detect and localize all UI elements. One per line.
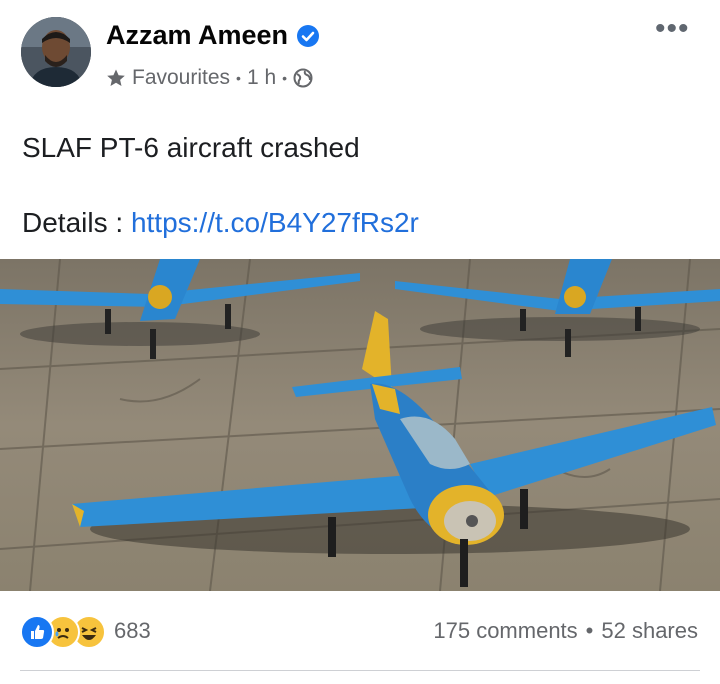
star-icon (107, 69, 125, 86)
post-photo[interactable] (0, 259, 720, 591)
post-text: SLAF PT-6 aircraft crashed (22, 132, 360, 163)
author-name[interactable]: Azzam Ameen (106, 20, 320, 51)
engagement-bar: 683 175 comments • 52 shares (0, 600, 720, 660)
reaction-icons[interactable] (20, 615, 106, 649)
reaction-count[interactable]: 683 (114, 618, 151, 644)
verified-badge-icon (297, 24, 320, 47)
details-label: Details : (22, 207, 124, 238)
like-icon (20, 615, 54, 649)
shares-count[interactable]: 52 shares (601, 618, 698, 644)
author-name-text[interactable]: Azzam Ameen (106, 20, 288, 51)
post-time[interactable]: 1 h (247, 66, 276, 90)
meta-dot: • (236, 70, 241, 86)
aircraft-photo (0, 259, 720, 591)
divider (20, 670, 700, 671)
post-details: Details : https://t.co/B4Y27fRs2r (22, 207, 419, 239)
engagement-counts: 175 comments • 52 shares (433, 618, 698, 644)
meta-dot: • (282, 70, 288, 86)
avatar[interactable] (21, 17, 91, 87)
audience-label: Favourites (132, 66, 231, 89)
comments-count[interactable]: 175 comments (433, 618, 577, 644)
post-meta: Favourites • 1 h • (106, 66, 313, 90)
post-link[interactable]: https://t.co/B4Y27fRs2r (131, 207, 419, 238)
more-options-icon[interactable]: ••• (655, 14, 690, 44)
counts-dot: • (585, 618, 594, 643)
globe-icon[interactable] (293, 68, 313, 88)
post-header: Azzam Ameen Favourites • 1 h • ••• (0, 0, 720, 110)
